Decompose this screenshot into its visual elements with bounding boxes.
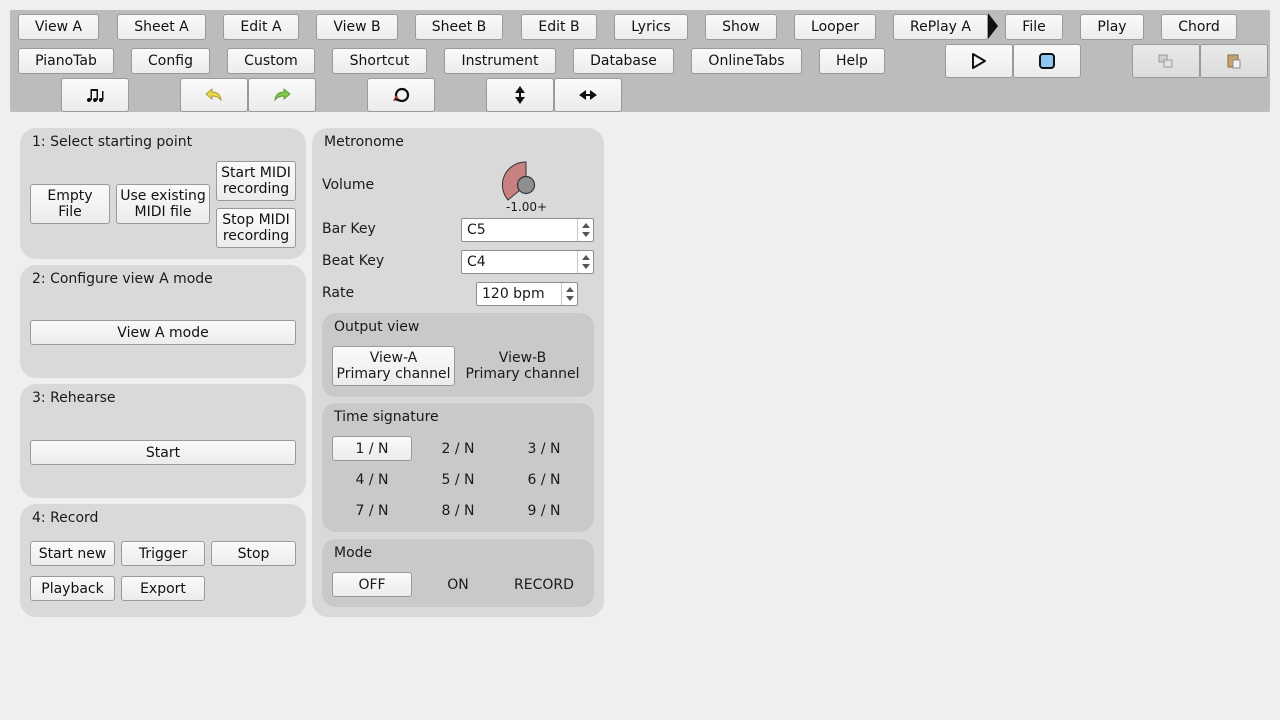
time-signature-title: Time signature [334,409,439,425]
play-icon [972,53,986,69]
paste-icon [1227,54,1241,69]
time-sig-option[interactable]: 3 / N [504,436,584,461]
trigger-button[interactable]: Trigger [121,541,205,566]
time-sig-option[interactable]: 8 / N [418,498,498,523]
vertical-resize-icon [515,86,525,104]
music-notes-icon [87,89,104,102]
rate-stepper[interactable] [561,283,577,305]
paste-button[interactable] [1200,44,1268,78]
output-view-title: Output view [334,319,420,335]
spin-up-icon[interactable] [582,223,590,228]
redo-icon [274,88,291,102]
time-sig-option[interactable]: 5 / N [418,467,498,492]
tab-instrument[interactable]: Instrument [444,48,556,74]
tab-shortcut[interactable]: Shortcut [332,48,427,74]
bar-key-label: Bar Key [322,221,376,237]
metronome-title: Metronome [324,134,404,150]
rate-spinbox[interactable]: 120 bpm [476,282,578,306]
undo-icon [205,88,222,102]
volume-value: -1.00+ [506,200,548,214]
time-sig-option[interactable]: 2 / N [418,436,498,461]
time-sig-option[interactable]: 1 / N [332,436,412,461]
tab-show[interactable]: Show [705,14,777,40]
undo-button[interactable] [180,78,248,112]
tab-onlinetabs[interactable]: OnlineTabs [691,48,802,74]
playback-button[interactable]: Playback [30,576,115,601]
start-midi-recording-button[interactable]: Start MIDI recording [216,161,296,201]
tab-help[interactable]: Help [819,48,885,74]
spin-down-icon[interactable] [566,296,574,301]
mode-on-option[interactable]: ON [418,572,498,597]
copy-button[interactable] [1132,44,1200,78]
tab-database[interactable]: Database [573,48,674,74]
output-view-a-option[interactable]: View-A Primary channel [332,346,455,386]
start-new-button[interactable]: Start new [30,541,115,566]
tab-view-a[interactable]: View A [18,14,99,40]
tab-view-b[interactable]: View B [316,14,398,40]
time-sig-option[interactable]: 9 / N [504,498,584,523]
stop-midi-recording-button[interactable]: Stop MIDI recording [216,208,296,248]
play-button[interactable] [945,44,1013,78]
tab-pianotab[interactable]: PianoTab [18,48,114,74]
notes-button[interactable] [61,78,129,112]
horizontal-resize-button[interactable] [554,78,622,112]
time-sig-option[interactable]: 7 / N [332,498,412,523]
loop-button[interactable] [367,78,435,112]
bar-key-stepper[interactable] [577,219,593,241]
spin-down-icon[interactable] [582,232,590,237]
tab-edit-b[interactable]: Edit B [521,14,597,40]
mode-off-option[interactable]: OFF [332,572,412,597]
spin-up-icon[interactable] [582,255,590,260]
rehearse-start-button[interactable]: Start [30,440,296,465]
step2-title: 2: Configure view A mode [32,271,213,287]
tab-chord[interactable]: Chord [1161,14,1237,40]
rate-value: 120 bpm [482,286,545,302]
tab-sheet-a[interactable]: Sheet A [117,14,206,40]
copy-icon [1158,54,1173,68]
output-view-b-option[interactable]: View-B Primary channel [461,346,584,386]
step1-title: 1: Select starting point [32,134,193,150]
tab-lyrics[interactable]: Lyrics [614,14,688,40]
time-sig-option[interactable]: 6 / N [504,467,584,492]
redo-button[interactable] [248,78,316,112]
beat-key-label: Beat Key [322,253,385,269]
beat-key-stepper[interactable] [577,251,593,273]
use-existing-midi-button[interactable]: Use existing MIDI file [116,184,210,224]
record-stop-button[interactable]: Stop [211,541,296,566]
tab-replay-a[interactable]: RePlay A [893,14,988,40]
bar-key-spinbox[interactable]: C5 [461,218,594,242]
step4-title: 4: Record [32,510,99,526]
beat-key-spinbox[interactable]: C4 [461,250,594,274]
volume-label: Volume [322,177,375,193]
tab-file[interactable]: File [1005,14,1063,40]
mode-record-option[interactable]: RECORD [504,572,584,597]
export-button[interactable]: Export [121,576,205,601]
tab-looper[interactable]: Looper [794,14,876,40]
vertical-resize-button[interactable] [486,78,554,112]
mode-title: Mode [334,545,373,561]
time-sig-option[interactable]: 4 / N [332,467,412,492]
tab-custom[interactable]: Custom [227,48,315,74]
horizontal-resize-icon [579,90,597,100]
step3-title: 3: Rehearse [32,390,116,406]
view-a-mode-button[interactable]: View A mode [30,320,296,345]
tab-sheet-b[interactable]: Sheet B [415,14,503,40]
tab-config[interactable]: Config [131,48,210,74]
stop-button[interactable] [1013,44,1081,78]
empty-file-button[interactable]: Empty File [30,184,110,224]
tab-overflow-arrow-icon[interactable] [988,13,998,39]
spin-down-icon[interactable] [582,264,590,269]
rate-label: Rate [322,285,355,301]
bar-key-value: C5 [467,222,486,238]
tab-edit-a[interactable]: Edit A [223,14,299,40]
spin-up-icon[interactable] [566,287,574,292]
loop-icon [393,87,410,103]
beat-key-value: C4 [467,254,486,270]
tab-play[interactable]: Play [1080,14,1144,40]
volume-knob[interactable] [500,160,544,204]
stop-icon [1039,53,1055,69]
